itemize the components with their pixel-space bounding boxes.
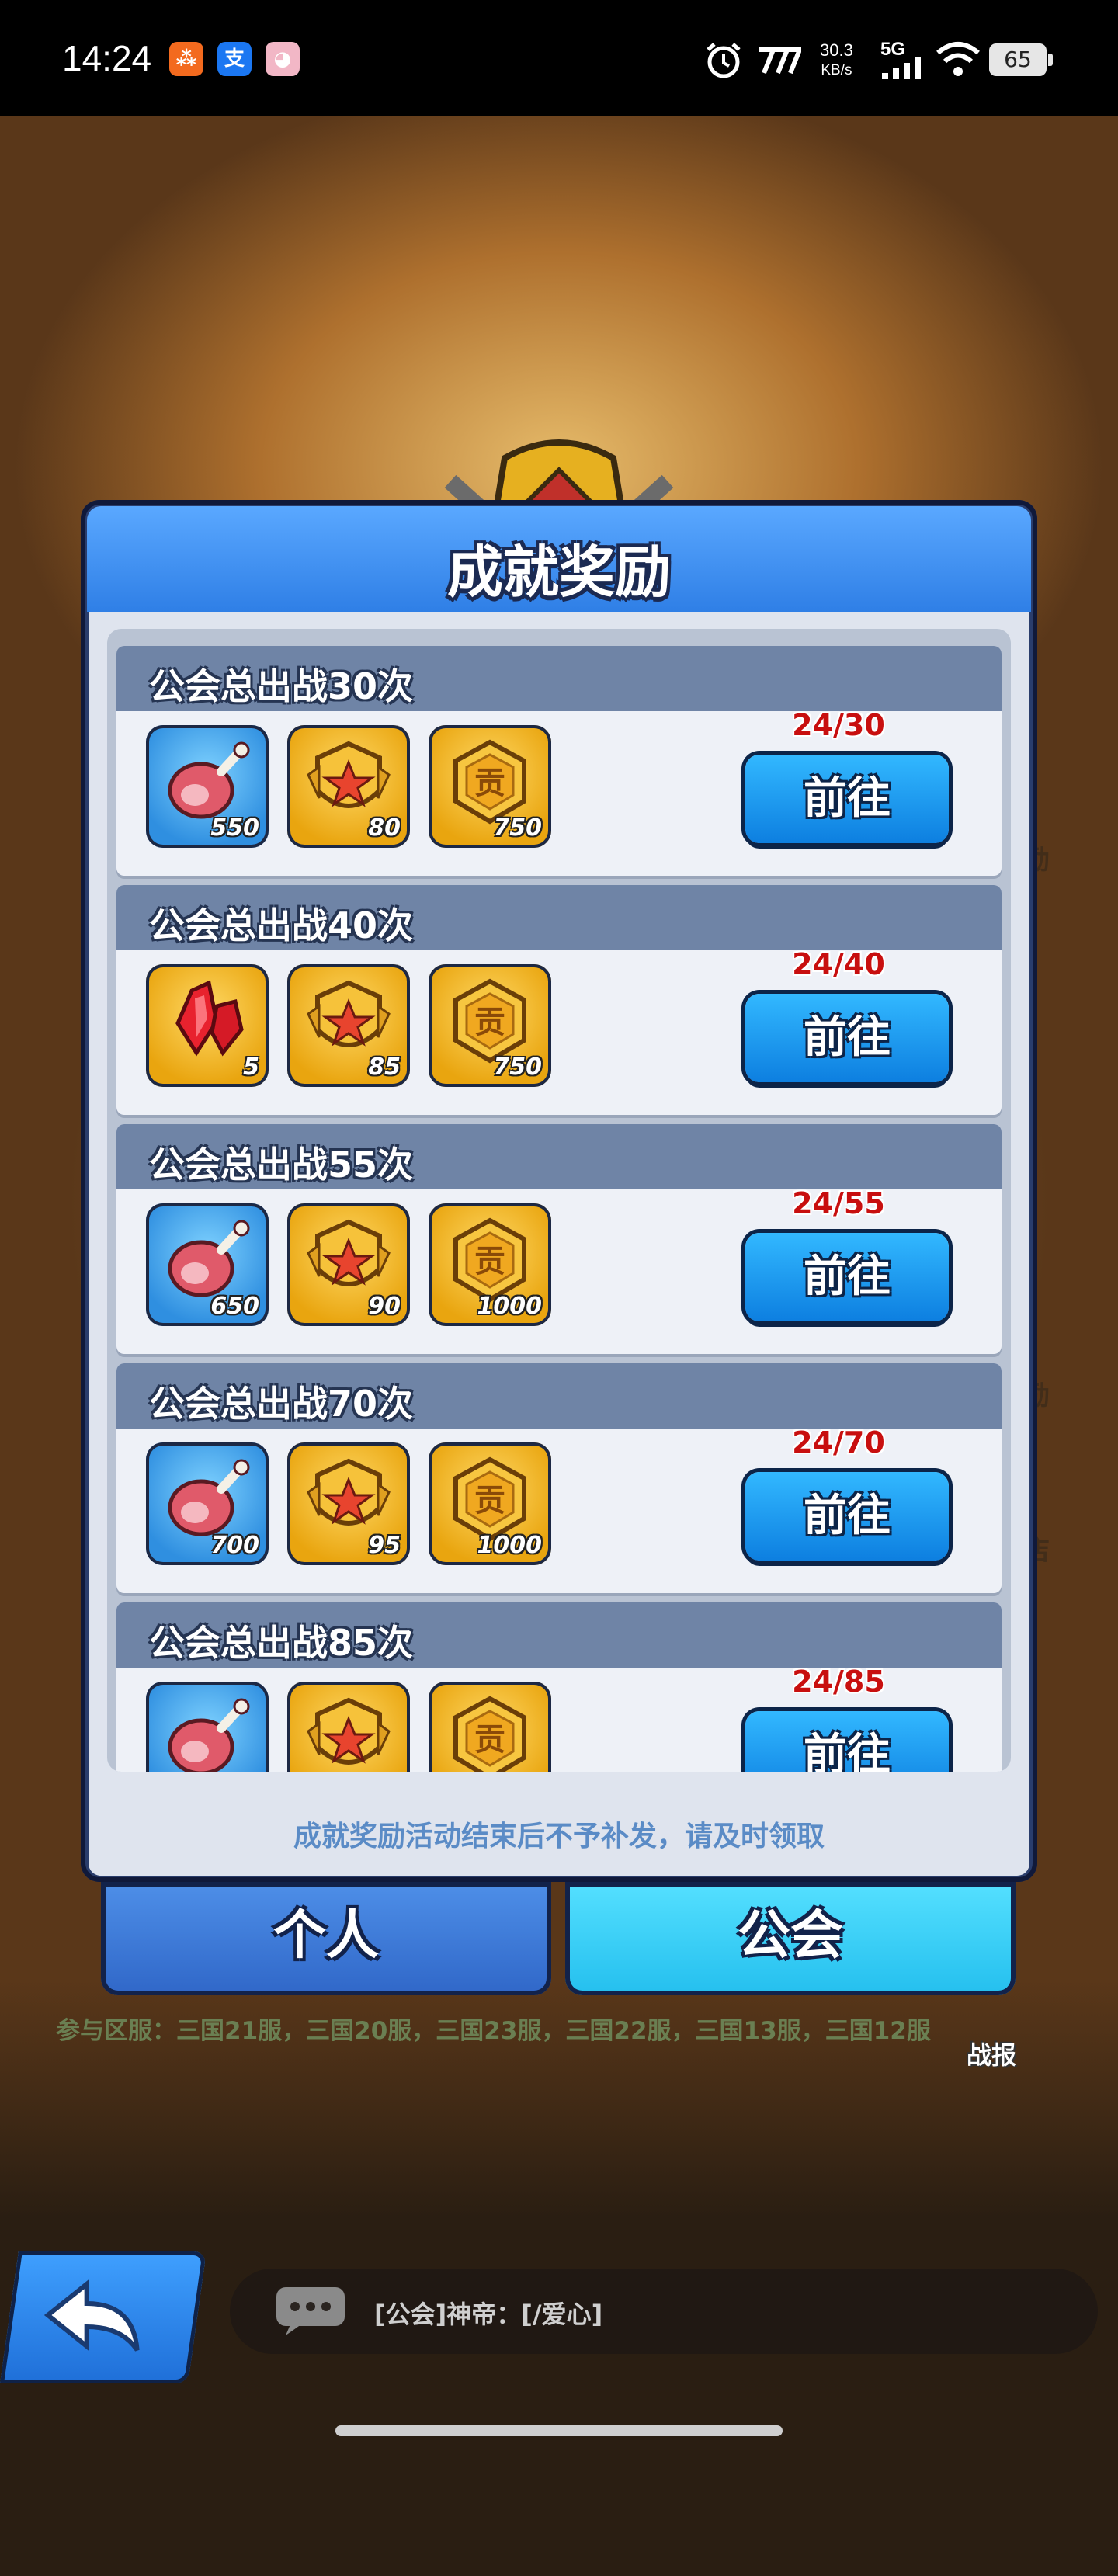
card-header: 公会总出战30次 xyxy=(116,646,1002,711)
progress-text: 24/85 xyxy=(792,1665,885,1699)
back-arrow-icon xyxy=(43,2279,140,2352)
reward-item[interactable]: 5 xyxy=(146,964,269,1087)
go-button[interactable]: 前往 xyxy=(745,1233,949,1321)
reward-item[interactable]: 85 xyxy=(287,964,410,1087)
chat-bubble-icon xyxy=(276,2287,345,2335)
progress-text: 24/70 xyxy=(792,1425,885,1460)
achievement-card: 公会总出战85次贡 24/85 前往 xyxy=(116,1602,1002,1772)
reward-item[interactable]: 贡 750 xyxy=(429,964,551,1087)
reward-count: 80 xyxy=(368,814,401,842)
reward-item[interactable] xyxy=(287,1682,410,1772)
reward-count: 95 xyxy=(368,1532,401,1559)
clock: 14:24 xyxy=(62,38,152,78)
dialog-header: 成就奖励 xyxy=(87,506,1031,612)
chat-message: [公会]神帝：[/爱心] xyxy=(374,2300,603,2329)
reward-item[interactable]: 700 xyxy=(146,1442,269,1565)
reward-item[interactable]: 90 xyxy=(287,1203,410,1326)
reward-list[interactable]: 公会总出战30次 550 80 贡 750 24/30 前往 公会总出战40次 5 85 贡 750 2… xyxy=(107,629,1011,1772)
achievement-card: 公会总出战30次 550 80 贡 750 24/30 前往 xyxy=(116,646,1002,876)
back-button[interactable] xyxy=(0,2251,207,2383)
chat-bar[interactable]: [公会]神帝：[/爱心] xyxy=(230,2269,1098,2354)
reward-item[interactable] xyxy=(146,1682,269,1772)
card-title: 公会总出战55次 xyxy=(149,1144,414,1186)
achievement-card: 公会总出战40次 5 85 贡 750 24/40 前往 xyxy=(116,885,1002,1115)
reward-item[interactable]: 95 xyxy=(287,1442,410,1565)
wifi-icon xyxy=(936,42,980,76)
reward-list-inner: 公会总出战30次 550 80 贡 750 24/30 前往 公会总出战40次 5 85 贡 750 2… xyxy=(116,646,1002,1772)
reward-item[interactable]: 贡 xyxy=(429,1682,551,1772)
battery-icon: 65 xyxy=(989,43,1053,76)
tab-guild[interactable]: 公会 xyxy=(565,1882,1016,1995)
progress-text: 24/40 xyxy=(792,947,885,981)
reward-item[interactable]: 贡 1000 xyxy=(429,1442,551,1565)
reward-item[interactable]: 550 xyxy=(146,725,269,848)
card-header: 公会总出战70次 xyxy=(116,1363,1002,1429)
card-header: 公会总出战55次 xyxy=(116,1124,1002,1189)
reward-count: 650 xyxy=(210,1293,259,1320)
reward-count: 1000 xyxy=(477,1532,543,1559)
progress-text: 24/55 xyxy=(792,1186,885,1220)
reward-count: 550 xyxy=(210,814,259,842)
reward-item[interactable]: 贡 750 xyxy=(429,725,551,848)
reward-count: 750 xyxy=(493,1054,542,1081)
go-button[interactable]: 前往 xyxy=(745,994,949,1082)
status-bar: 14:24 ⁂ 支 ◕ 30.3 KB/s 5G 65 xyxy=(0,0,1118,116)
go-button[interactable]: 前往 xyxy=(745,1472,949,1561)
svg-text:贡: 贡 xyxy=(474,1244,505,1279)
card-title: 公会总出战40次 xyxy=(149,904,414,946)
battle-report-button[interactable]: 战报 xyxy=(967,2036,1016,2071)
svg-text:贡: 贡 xyxy=(474,1722,505,1758)
participating-servers: 参与区服：三国21服，三国20服，三国23服，三国22服，三国13服，三国12服 xyxy=(56,2017,931,2045)
reward-count: 700 xyxy=(210,1532,259,1559)
dialog-body: 公会总出战30次 550 80 贡 750 24/30 前往 公会总出战40次 5 85 贡 750 2… xyxy=(89,612,1029,1876)
svg-text:贡: 贡 xyxy=(474,1005,505,1040)
reward-item[interactable]: 80 xyxy=(287,725,410,848)
go-button[interactable]: 前往 xyxy=(745,1711,949,1772)
achievement-card: 公会总出战70次 700 95 贡 1000 24/70 前往 xyxy=(116,1363,1002,1593)
progress-text: 24/30 xyxy=(792,708,885,742)
home-indicator[interactable] xyxy=(335,2425,783,2436)
reward-count: 5 xyxy=(243,1054,259,1081)
card-title: 公会总出战70次 xyxy=(149,1383,414,1425)
carrier-icon xyxy=(759,47,801,75)
card-title: 公会总出战85次 xyxy=(149,1622,414,1664)
game-app-icon: ◕ xyxy=(266,42,300,76)
svg-text:贡: 贡 xyxy=(474,766,505,801)
notice-text: 成就奖励活动结束后不予补发，请及时领取 xyxy=(293,1821,825,1852)
reward-count: 90 xyxy=(368,1293,401,1320)
alarm-icon xyxy=(707,43,741,78)
go-button[interactable]: 前往 xyxy=(745,755,949,843)
achievement-card: 公会总出战55次 650 90 贡 1000 24/55 前往 xyxy=(116,1124,1002,1354)
signal-icon xyxy=(882,57,921,79)
tab-personal[interactable]: 个人 xyxy=(101,1882,551,1995)
reward-count: 85 xyxy=(368,1054,401,1081)
achievement-reward-dialog: 成就奖励 公会总出战30次 550 80 贡 750 24/30 前往 公会总出战40次 5 85… xyxy=(81,500,1037,1882)
net-speed: 30.3 KB/s xyxy=(820,40,853,78)
reward-count: 1000 xyxy=(477,1293,543,1320)
reward-item[interactable]: 贡 1000 xyxy=(429,1203,551,1326)
card-header: 公会总出战40次 xyxy=(116,885,1002,950)
reward-item[interactable]: 650 xyxy=(146,1203,269,1326)
alipay-icon: 支 xyxy=(217,42,252,76)
card-title: 公会总出战30次 xyxy=(149,665,414,707)
svg-text:贡: 贡 xyxy=(474,1483,505,1519)
app-red-icon: ⁂ xyxy=(169,42,203,76)
card-header: 公会总出战85次 xyxy=(116,1602,1002,1668)
reward-count: 750 xyxy=(493,814,542,842)
dialog-title: 成就奖励 xyxy=(446,540,671,605)
